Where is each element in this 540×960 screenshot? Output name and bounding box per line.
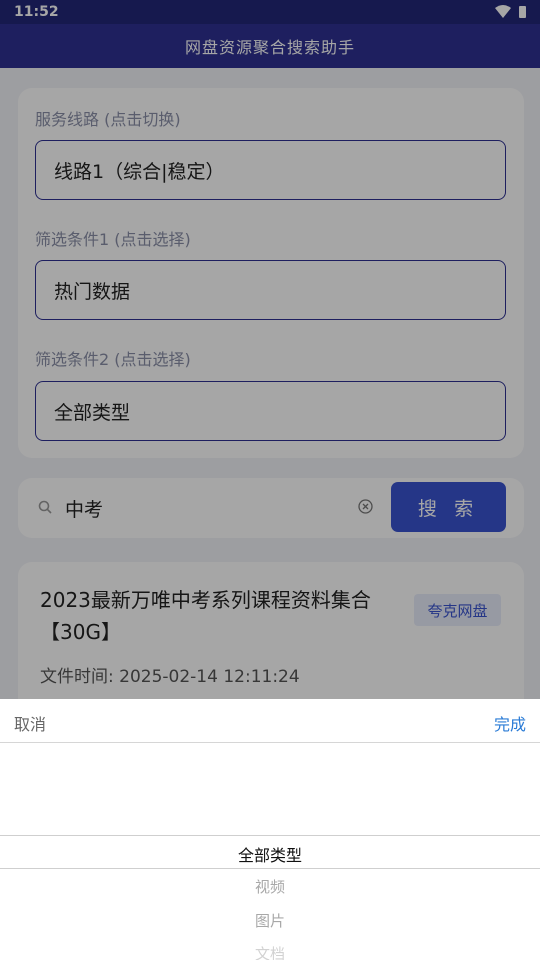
picker-selection-bottom-line [0, 868, 540, 869]
picker-toolbar: 取消 完成 [0, 699, 540, 743]
picker-option[interactable]: 图片 [0, 910, 540, 931]
picker-cancel-button[interactable]: 取消 [14, 711, 46, 735]
picker-option[interactable]: 全部类型 [0, 842, 540, 866]
picker-selection-top-line [0, 835, 540, 836]
type-picker: 取消 完成 全部类型 视频 图片 文档 [0, 699, 540, 960]
picker-done-button[interactable]: 完成 [494, 711, 526, 735]
modal-overlay[interactable] [0, 0, 540, 699]
picker-option[interactable]: 文档 [0, 943, 540, 960]
picker-option[interactable]: 视频 [0, 876, 540, 897]
